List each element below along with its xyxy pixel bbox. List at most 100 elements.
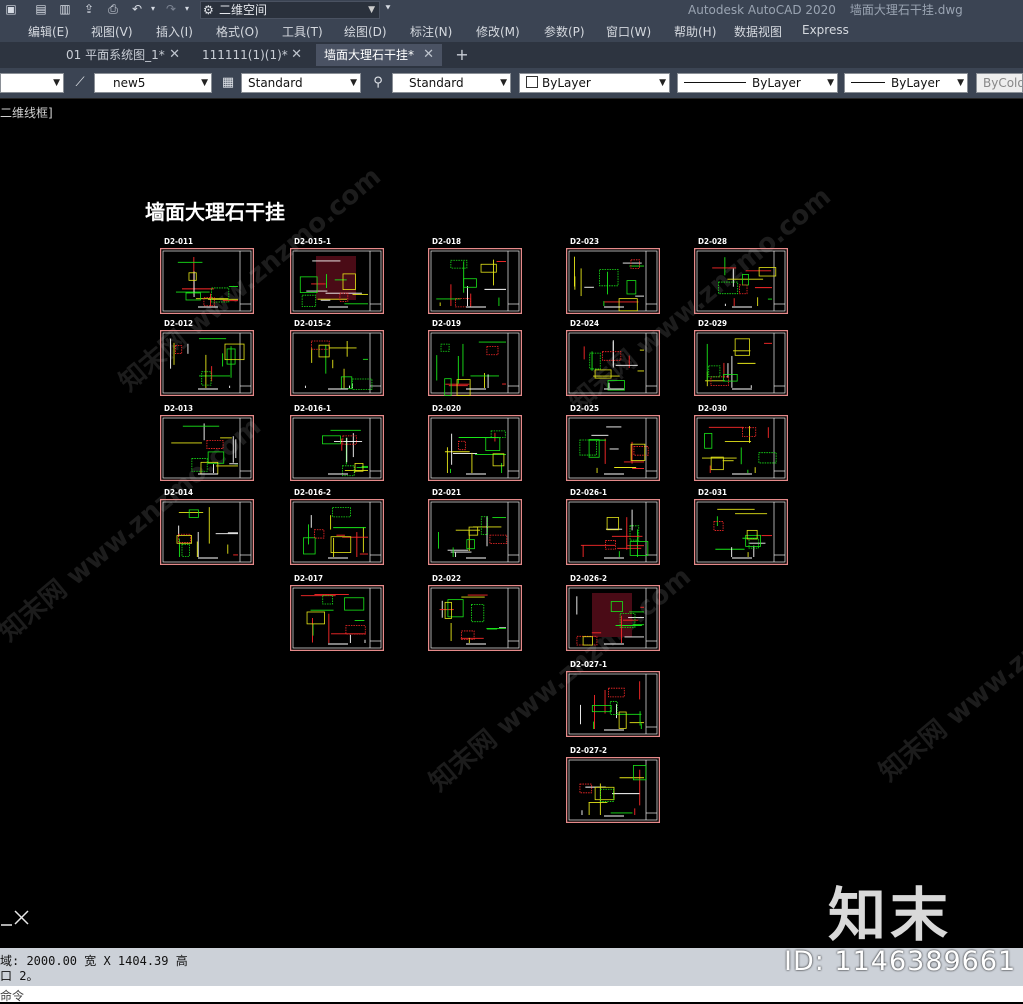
chevron-down-icon: ▼ [201, 78, 208, 88]
sheet-label: D2-016-2 [294, 488, 332, 497]
redo-dropdown-icon[interactable]: ▾ [180, 2, 194, 16]
text-style-dropdown[interactable]: Standard ▼ [241, 73, 361, 93]
chevron-down-icon: ▼ [957, 78, 964, 88]
sheet-inner-border [292, 332, 382, 394]
open-icon[interactable]: ▣ [4, 2, 18, 16]
drawing-sheet[interactable] [566, 757, 660, 823]
new-tab-button[interactable]: + [452, 46, 472, 64]
save-as-icon[interactable]: ▥ [58, 2, 72, 16]
tab-file-3[interactable]: 墙面大理石干挂* ✕ [316, 44, 442, 66]
drawing-sheet[interactable] [428, 248, 522, 314]
multileader-style-icon[interactable]: ⚲ [370, 75, 386, 91]
tab-file-1[interactable]: 01 平面系统图_1* ✕ [58, 44, 188, 66]
detail-box [299, 276, 318, 293]
detail-box [191, 458, 208, 472]
chevron-down-icon: ▼ [350, 78, 357, 88]
drawing-sheet[interactable] [694, 499, 788, 565]
undo-icon[interactable]: ↶ [130, 2, 144, 16]
linetype-preview [684, 82, 746, 83]
drawing-sheet[interactable] [428, 415, 522, 481]
drawing-sheet[interactable] [566, 415, 660, 481]
sheet-label: D2-017 [294, 574, 324, 583]
command-input[interactable]: 命令 [0, 986, 1023, 1003]
detail-box [618, 298, 638, 312]
menu-data-view[interactable]: 数据视图 [734, 23, 782, 40]
layer-dropdown[interactable]: new5 ▼ [94, 73, 212, 93]
detail-box [492, 453, 505, 467]
drawing-sheet[interactable] [160, 415, 254, 481]
drawing-sheet[interactable] [566, 585, 660, 651]
dim-style-value: Standard [409, 76, 464, 90]
customize-toolbar-icon[interactable]: ⯆ [381, 2, 395, 16]
color-value: ByLayer [542, 76, 591, 90]
print-icon[interactable]: ⎙ [106, 2, 120, 16]
drawing-sheet[interactable] [428, 330, 522, 396]
menu-help[interactable]: 帮助(H) [674, 23, 716, 40]
menu-edit[interactable]: 编辑(E) [28, 23, 69, 40]
drawing-sheet[interactable] [566, 330, 660, 396]
sheet-inner-border [696, 501, 786, 563]
menu-draw[interactable]: 绘图(D) [344, 23, 387, 40]
drawing-sheet[interactable] [694, 415, 788, 481]
drawing-sheet[interactable] [290, 415, 384, 481]
close-icon[interactable]: ✕ [291, 44, 302, 66]
viewport-controls[interactable]: 二维线框] [0, 104, 53, 121]
drawing-sheet[interactable] [694, 330, 788, 396]
tab-file-2[interactable]: 111111(1)(1)* ✕ [194, 44, 310, 66]
table-style-icon[interactable]: ▦ [220, 75, 236, 91]
detail-box [599, 268, 619, 287]
command-history-line: 口 2。 [0, 969, 39, 983]
plotstyle-dropdown[interactable]: ByColo [976, 73, 1023, 93]
layer-state-dropdown[interactable]: ▼ [0, 73, 64, 93]
text-style-icon[interactable]: ⟋ [72, 75, 88, 91]
text-style-value: Standard [248, 76, 303, 90]
drawing-sheet[interactable] [160, 330, 254, 396]
save-icon[interactable]: ▤ [34, 2, 48, 16]
lineweight-dropdown[interactable]: ByLayer ▼ [844, 73, 968, 93]
color-swatch [526, 76, 538, 88]
menu-view[interactable]: 视图(V) [91, 23, 133, 40]
drawing-sheet[interactable] [290, 585, 384, 651]
menu-tools[interactable]: 工具(T) [282, 23, 323, 40]
drawing-sheet[interactable] [290, 499, 384, 565]
sheet-label: D2-023 [570, 237, 600, 246]
drawing-sheet[interactable] [566, 248, 660, 314]
detail-box [342, 435, 357, 445]
menu-insert[interactable]: 插入(I) [156, 23, 193, 40]
export-icon[interactable]: ⇪ [82, 2, 96, 16]
menu-format[interactable]: 格式(O) [216, 23, 259, 40]
menu-modify[interactable]: 修改(M) [476, 23, 520, 40]
redo-icon[interactable]: ↷ [164, 2, 178, 16]
detail-box [224, 343, 245, 361]
sheet-inner-border [162, 250, 252, 312]
detail-box [630, 259, 640, 269]
menu-window[interactable]: 窗口(W) [606, 23, 651, 40]
drawing-sheet[interactable] [566, 499, 660, 565]
detail-box [303, 537, 316, 555]
sheet-label: D2-015-2 [294, 319, 332, 328]
drawing-sheet[interactable] [160, 248, 254, 314]
sheet-label: D2-027-2 [570, 746, 608, 755]
menu-express[interactable]: Express [802, 23, 849, 37]
menu-dimension[interactable]: 标注(N) [410, 23, 452, 40]
drawing-sheet[interactable] [428, 499, 522, 565]
undo-dropdown-icon[interactable]: ▾ [146, 2, 160, 16]
close-icon[interactable]: ✕ [423, 44, 434, 66]
drawing-sheet[interactable] [428, 585, 522, 651]
sheet-label: D2-027-1 [570, 660, 608, 669]
detail-box [708, 365, 721, 378]
drawing-sheet[interactable] [290, 248, 384, 314]
menu-parameters[interactable]: 参数(P) [544, 23, 585, 40]
linetype-dropdown[interactable]: ByLayer ▼ [677, 73, 838, 93]
drawing-sheet[interactable] [694, 248, 788, 314]
close-icon[interactable]: ✕ [169, 44, 180, 66]
sheet-inner-border [568, 673, 658, 735]
color-dropdown[interactable]: ByLayer ▼ [519, 73, 670, 93]
sheet-label: D2-015-1 [294, 237, 332, 246]
drawing-sheet[interactable] [566, 671, 660, 737]
dim-style-dropdown[interactable]: Standard ▼ [392, 73, 511, 93]
sheet-label: D2-013 [164, 404, 194, 413]
workspace-dropdown[interactable]: ⚙ 二维空间 ▼ [200, 1, 380, 19]
drawing-sheet[interactable] [290, 330, 384, 396]
drawing-sheet[interactable] [160, 499, 254, 565]
